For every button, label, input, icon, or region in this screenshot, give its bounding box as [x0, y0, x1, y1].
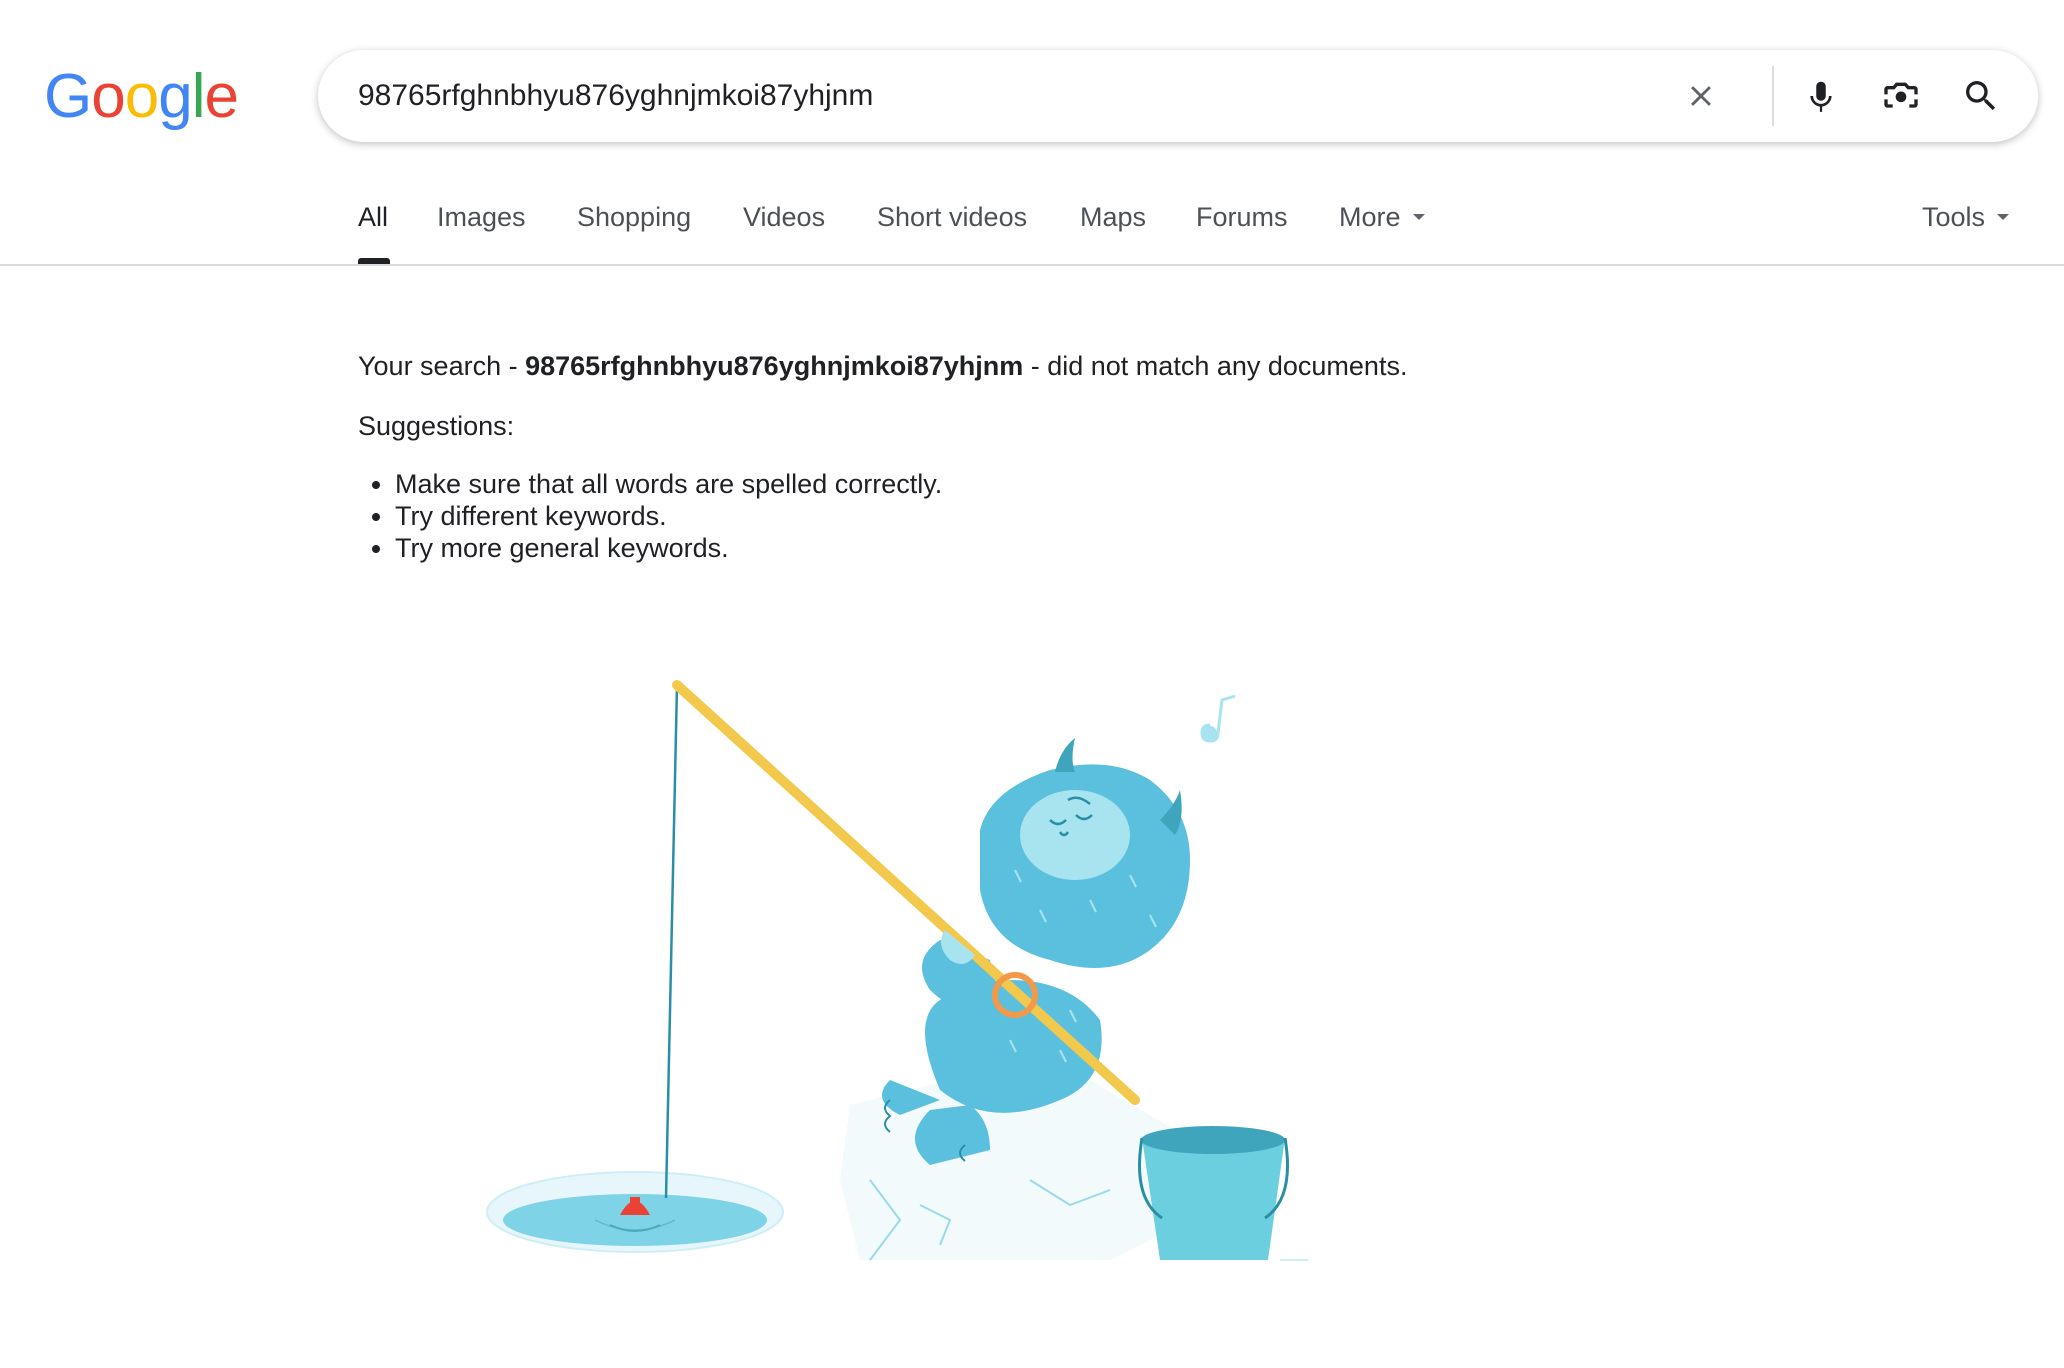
tools-button[interactable]: Tools — [1922, 202, 2010, 233]
no-match-text: Your search - 98765rfghnbhyu876yghnjmkoi… — [358, 348, 1658, 384]
search-results-page: Google 98765rfghnbhyu876yghnjmkoi87yhjnm… — [0, 0, 2064, 1368]
tab-images[interactable]: Images — [437, 202, 526, 233]
logo-letter: e — [204, 62, 238, 131]
tab-videos[interactable]: Videos — [743, 202, 825, 233]
tab-maps[interactable]: Maps — [1080, 202, 1146, 233]
tab-more-label: More — [1339, 202, 1401, 232]
caret-down-icon — [1997, 214, 2010, 221]
fishing-yeti-illustration — [470, 660, 1350, 1280]
tab-more[interactable]: More — [1339, 202, 1425, 233]
logo-letter: G — [44, 62, 92, 131]
search-tabs: All Images Shopping Videos Short videos … — [0, 180, 2064, 266]
search-input[interactable] — [358, 72, 1658, 120]
search-box — [318, 50, 2038, 142]
no-match-prefix: Your search - — [358, 351, 526, 381]
tab-short-videos[interactable]: Short videos — [877, 202, 1027, 233]
no-match-query: 98765rfghnbhyu876yghnjmkoi87yhjnm — [525, 351, 1024, 381]
logo-letter: o — [124, 62, 159, 131]
search-icon[interactable] — [1958, 73, 2004, 119]
tab-all[interactable]: All — [358, 202, 388, 233]
google-logo[interactable]: Google — [44, 62, 239, 132]
tools-label: Tools — [1922, 202, 1986, 232]
suggestions-list: Make sure that all words are spelled cor… — [358, 468, 1658, 564]
no-match-suffix: - did not match any documents. — [1023, 351, 1408, 381]
tab-forums[interactable]: Forums — [1196, 202, 1288, 233]
search-box-divider — [1772, 66, 1774, 126]
caret-down-icon — [1412, 214, 1425, 221]
tabs-divider — [0, 264, 2064, 266]
microphone-icon[interactable] — [1798, 73, 1844, 119]
logo-letter: g — [158, 62, 192, 131]
logo-letter: o — [91, 62, 125, 131]
logo-letter: l — [191, 62, 206, 131]
suggestions-title: Suggestions: — [358, 411, 515, 441]
suggestion-item: Try more general keywords. — [395, 532, 1658, 564]
no-results-message: Your search - 98765rfghnbhyu876yghnjmkoi… — [358, 348, 1658, 564]
camera-lens-icon[interactable] — [1878, 73, 1924, 119]
tab-shopping[interactable]: Shopping — [577, 202, 691, 233]
suggestion-item: Make sure that all words are spelled cor… — [395, 468, 1658, 500]
close-icon[interactable] — [1678, 73, 1724, 119]
fishing-yeti-illustration-svg — [486, 680, 1308, 1261]
suggestion-item: Try different keywords. — [395, 500, 1658, 532]
